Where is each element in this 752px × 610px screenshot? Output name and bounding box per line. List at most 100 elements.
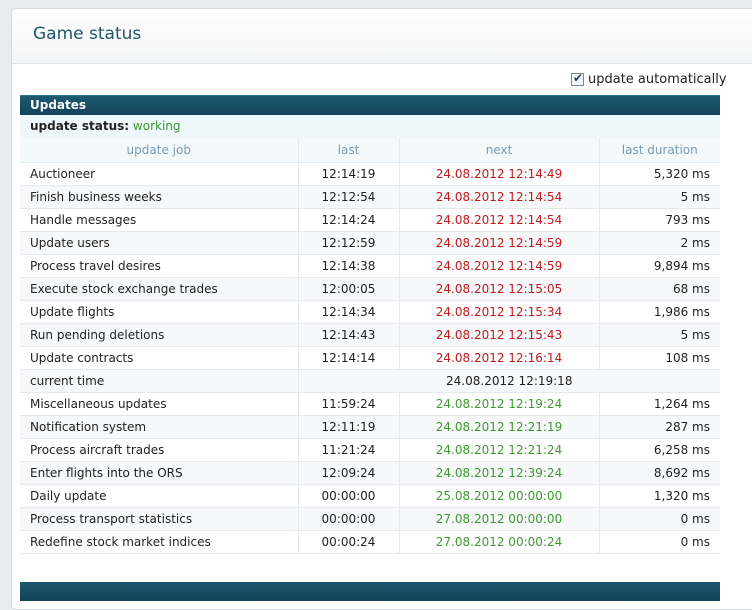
next-section-header: [20, 582, 720, 601]
last-run-cell: 12:14:43: [298, 323, 400, 347]
next-run-cell: 24.08.2012 12:16:14: [399, 346, 600, 370]
next-run-cell: 27.08.2012 00:00:24: [399, 530, 600, 554]
table-row: Process aircraft trades 11:21:24 24.08.201…: [20, 438, 720, 462]
job-cell: Handle messages: [20, 208, 299, 232]
last-run-cell: 12:14:14: [298, 346, 400, 370]
duration-cell: 1,320 ms: [599, 484, 720, 508]
auto-update-toggle[interactable]: ✔ update automatically: [571, 71, 727, 87]
last-run-cell: 12:14:24: [298, 208, 400, 232]
job-cell: Run pending deletions: [20, 323, 299, 347]
auto-update-checkbox[interactable]: ✔: [571, 71, 584, 86]
table-row: Redefine stock market indices 00:00:24 27.…: [20, 530, 720, 554]
next-run-cell: 24.08.2012 12:14:59: [399, 254, 600, 278]
last-run-cell: 12:14:19: [298, 162, 400, 186]
table-row: Miscellaneous updates 11:59:24 24.08.2012 …: [20, 392, 720, 416]
last-run-cell: 12:09:24: [298, 461, 400, 485]
job-cell: Daily update: [20, 484, 299, 508]
table-header-row: update job last next last duration: [20, 138, 720, 163]
duration-cell: 1,986 ms: [599, 300, 720, 324]
next-run-cell: 24.08.2012 12:15:43: [399, 323, 600, 347]
current-time-row: current time 24.08.2012 12:19:18: [20, 369, 720, 393]
job-cell: Notification system: [20, 415, 299, 439]
table-row: Update contracts 12:14:14 24.08.2012 12:16…: [20, 346, 720, 370]
last-run-cell: 12:14:34: [298, 300, 400, 324]
next-run-cell: 24.08.2012 12:15:34: [399, 300, 600, 324]
table-row: Enter flights into the ORS 12:09:24 24.08.…: [20, 461, 720, 485]
duration-cell: 0 ms: [599, 507, 720, 531]
column-header-update-job: update job: [20, 138, 299, 163]
next-run-cell: 24.08.2012 12:39:24: [399, 461, 600, 485]
page-title: Game status: [33, 24, 142, 44]
last-run-cell: 11:59:24: [298, 392, 400, 416]
job-cell: Finish business weeks: [20, 185, 299, 209]
table-row: Process transport statistics 00:00:00 27.0…: [20, 507, 720, 531]
updates-table: update job last next last duration Aucti…: [20, 138, 720, 554]
column-header-last-duration: last duration: [599, 138, 720, 163]
duration-cell: 0 ms: [599, 530, 720, 554]
next-run-cell: 25.08.2012 00:00:00: [399, 484, 600, 508]
table-row: Run pending deletions 12:14:43 24.08.2012 …: [20, 323, 720, 347]
last-run-cell: 11:21:24: [298, 438, 400, 462]
table-row: Handle messages 12:14:24 24.08.2012 12:14:…: [20, 208, 720, 232]
table-row: Auctioneer 12:14:19 24.08.2012 12:14:49 5,3…: [20, 162, 720, 186]
job-cell: Process aircraft trades: [20, 438, 299, 462]
job-cell: Miscellaneous updates: [20, 392, 299, 416]
panel-header: Game status: [12, 9, 752, 64]
job-cell: Update flights: [20, 300, 299, 324]
duration-cell: 6,258 ms: [599, 438, 720, 462]
update-status-value: working: [132, 119, 181, 133]
next-run-cell: 24.08.2012 12:19:24: [399, 392, 600, 416]
checkmark-icon: ✔: [573, 71, 584, 85]
next-run-cell: 27.08.2012 00:00:00: [399, 507, 600, 531]
next-run-cell: 24.08.2012 12:14:59: [399, 231, 600, 255]
last-run-cell: 00:00:00: [298, 507, 400, 531]
table-row: Finish business weeks 12:12:54 24.08.2012 …: [20, 185, 720, 209]
table-row: Daily update 00:00:00 25.08.2012 00:00:00 1…: [20, 484, 720, 508]
update-status-label: update status:: [30, 119, 130, 133]
duration-cell: 8,692 ms: [599, 461, 720, 485]
update-status-row: update status: working: [20, 115, 720, 138]
table-row: Process travel desires 12:14:38 24.08.2012…: [20, 254, 720, 278]
auto-update-label: update automatically: [588, 72, 727, 87]
last-run-cell: 12:12:59: [298, 231, 400, 255]
next-run-cell: 24.08.2012 12:21:24: [399, 438, 600, 462]
job-cell: Execute stock exchange trades: [20, 277, 299, 301]
next-run-cell: 24.08.2012 12:14:54: [399, 185, 600, 209]
job-cell: Process transport statistics: [20, 507, 299, 531]
column-header-last: last: [298, 138, 400, 163]
current-time-label: current time: [20, 369, 299, 393]
job-cell: Auctioneer: [20, 162, 299, 186]
duration-cell: 108 ms: [599, 346, 720, 370]
job-cell: Update contracts: [20, 346, 299, 370]
duration-cell: 2 ms: [599, 231, 720, 255]
last-run-cell: 12:12:54: [298, 185, 400, 209]
duration-cell: 5 ms: [599, 185, 720, 209]
updates-section-header: Updates: [20, 95, 720, 115]
duration-cell: 287 ms: [599, 415, 720, 439]
duration-cell: 1,264 ms: [599, 392, 720, 416]
last-run-cell: 12:14:38: [298, 254, 400, 278]
job-cell: Redefine stock market indices: [20, 530, 299, 554]
last-run-cell: 12:11:19: [298, 415, 400, 439]
duration-cell: 793 ms: [599, 208, 720, 232]
table-row: Update users 12:12:59 24.08.2012 12:14:59 2…: [20, 231, 720, 255]
table-row: Update flights 12:14:34 24.08.2012 12:15:3…: [20, 300, 720, 324]
last-run-cell: 12:00:05: [298, 277, 400, 301]
duration-cell: 5,320 ms: [599, 162, 720, 186]
next-run-cell: 24.08.2012 12:15:05: [399, 277, 600, 301]
last-run-cell: 00:00:00: [298, 484, 400, 508]
table-row: Execute stock exchange trades 12:00:05 24.…: [20, 277, 720, 301]
column-header-next: next: [399, 138, 600, 163]
duration-cell: 68 ms: [599, 277, 720, 301]
job-cell: Process travel desires: [20, 254, 299, 278]
next-run-cell: 24.08.2012 12:14:54: [399, 208, 600, 232]
current-time-value: 24.08.2012 12:19:18: [298, 369, 720, 393]
updates-table-body: Auctioneer 12:14:19 24.08.2012 12:14:49 5,3…: [20, 162, 720, 554]
job-cell: Enter flights into the ORS: [20, 461, 299, 485]
duration-cell: 5 ms: [599, 323, 720, 347]
table-row: Notification system 12:11:19 24.08.2012 12…: [20, 415, 720, 439]
next-run-cell: 24.08.2012 12:21:19: [399, 415, 600, 439]
updates-section: Updates update status: working update jo…: [20, 95, 720, 554]
next-run-cell: 24.08.2012 12:14:49: [399, 162, 600, 186]
duration-cell: 9,894 ms: [599, 254, 720, 278]
